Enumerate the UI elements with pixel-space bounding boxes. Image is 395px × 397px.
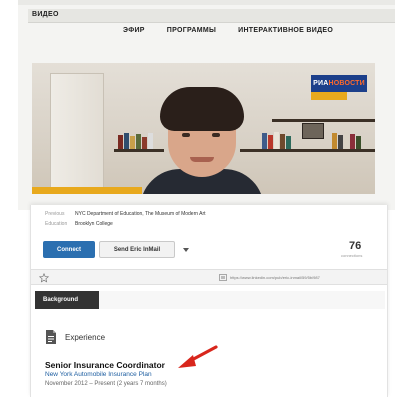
detail-row-education: Education Brooklyn College bbox=[45, 221, 365, 229]
profile-panel: Previous NYC Department of Education, Th… bbox=[30, 205, 388, 397]
url-bar: https://www.linkedin.com/pub/eric-inmail… bbox=[31, 269, 387, 285]
logo-main: РИА bbox=[313, 80, 329, 87]
book bbox=[124, 133, 129, 149]
book bbox=[274, 132, 279, 149]
ria-logo: РИА НОВОСТИ bbox=[311, 75, 367, 92]
bookshelf-right bbox=[240, 149, 375, 152]
detail-value[interactable]: Brooklyn College bbox=[75, 221, 113, 227]
detail-value[interactable]: NYC Department of Education, The Museum … bbox=[75, 211, 206, 217]
job-company[interactable]: New York Automobile Insurance Plan bbox=[45, 371, 152, 378]
lock-icon bbox=[219, 274, 227, 281]
nav-item-live[interactable]: ЭФИР bbox=[123, 27, 145, 34]
document-icon bbox=[46, 330, 56, 344]
book bbox=[142, 137, 147, 149]
detail-label: Education bbox=[45, 221, 68, 227]
more-actions-button[interactable] bbox=[179, 241, 193, 258]
book bbox=[344, 132, 349, 149]
book bbox=[280, 134, 285, 149]
book bbox=[332, 133, 337, 149]
video-door bbox=[50, 73, 104, 194]
book bbox=[130, 136, 135, 149]
book bbox=[262, 133, 267, 149]
star-icon[interactable] bbox=[39, 273, 49, 283]
experience-section-label: Experience bbox=[65, 333, 106, 342]
nav-item-interactive[interactable]: ИНТЕРАКТИВНОЕ ВИДЕО bbox=[238, 27, 333, 34]
book bbox=[268, 135, 273, 149]
connections-label: connections bbox=[341, 253, 363, 258]
person-eye-right bbox=[212, 133, 220, 137]
picture-frame bbox=[302, 123, 324, 139]
connect-button[interactable]: Connect bbox=[43, 241, 95, 258]
book bbox=[136, 134, 141, 149]
detail-label: Previous bbox=[45, 211, 65, 217]
job-dates: November 2012 – Present (2 years 7 month… bbox=[45, 381, 167, 387]
live-tag bbox=[311, 92, 347, 100]
screenshot-page: ВИДЕО ЭФИР ПРОГРАММЫ ИНТЕРАКТИВНОЕ ВИДЕО bbox=[0, 0, 395, 397]
book bbox=[148, 133, 153, 149]
person-hair bbox=[160, 87, 244, 131]
detail-row-previous: Previous NYC Department of Education, Th… bbox=[45, 211, 365, 219]
background-tab[interactable]: Background bbox=[35, 291, 99, 309]
bookshelf-right-top bbox=[272, 119, 375, 122]
connections-count: 76 bbox=[349, 240, 362, 252]
logo-accent: НОВОСТИ bbox=[328, 80, 365, 87]
job-title[interactable]: Senior Insurance Coordinator bbox=[45, 360, 165, 370]
bookshelf-left bbox=[114, 149, 164, 152]
section-bar: ВИДЕО bbox=[28, 9, 395, 23]
nav-item-programs[interactable]: ПРОГРАММЫ bbox=[167, 27, 216, 34]
book bbox=[356, 136, 361, 149]
url-text[interactable]: https://www.linkedin.com/pub/eric-inmail… bbox=[230, 275, 320, 280]
person-mouth bbox=[190, 157, 214, 162]
video-nav: ЭФИР ПРОГРАММЫ ИНТЕРАКТИВНОЕ ВИДЕО bbox=[123, 27, 333, 34]
book bbox=[118, 135, 123, 149]
video-player[interactable]: РИА НОВОСТИ bbox=[32, 63, 375, 194]
video-site-panel: ВИДЕО ЭФИР ПРОГРАММЫ ИНТЕРАКТИВНОЕ ВИДЕО bbox=[18, 0, 395, 210]
lower-third-bar bbox=[32, 187, 142, 194]
book bbox=[350, 134, 355, 149]
book bbox=[338, 135, 343, 149]
person-eye-left bbox=[182, 133, 190, 137]
chevron-down-icon bbox=[183, 247, 189, 252]
book bbox=[286, 136, 291, 149]
top-strip bbox=[18, 0, 395, 5]
red-arrow-icon bbox=[178, 345, 218, 368]
section-title: ВИДЕО bbox=[32, 11, 59, 18]
send-inmail-button[interactable]: Send Eric InMail bbox=[99, 241, 175, 258]
